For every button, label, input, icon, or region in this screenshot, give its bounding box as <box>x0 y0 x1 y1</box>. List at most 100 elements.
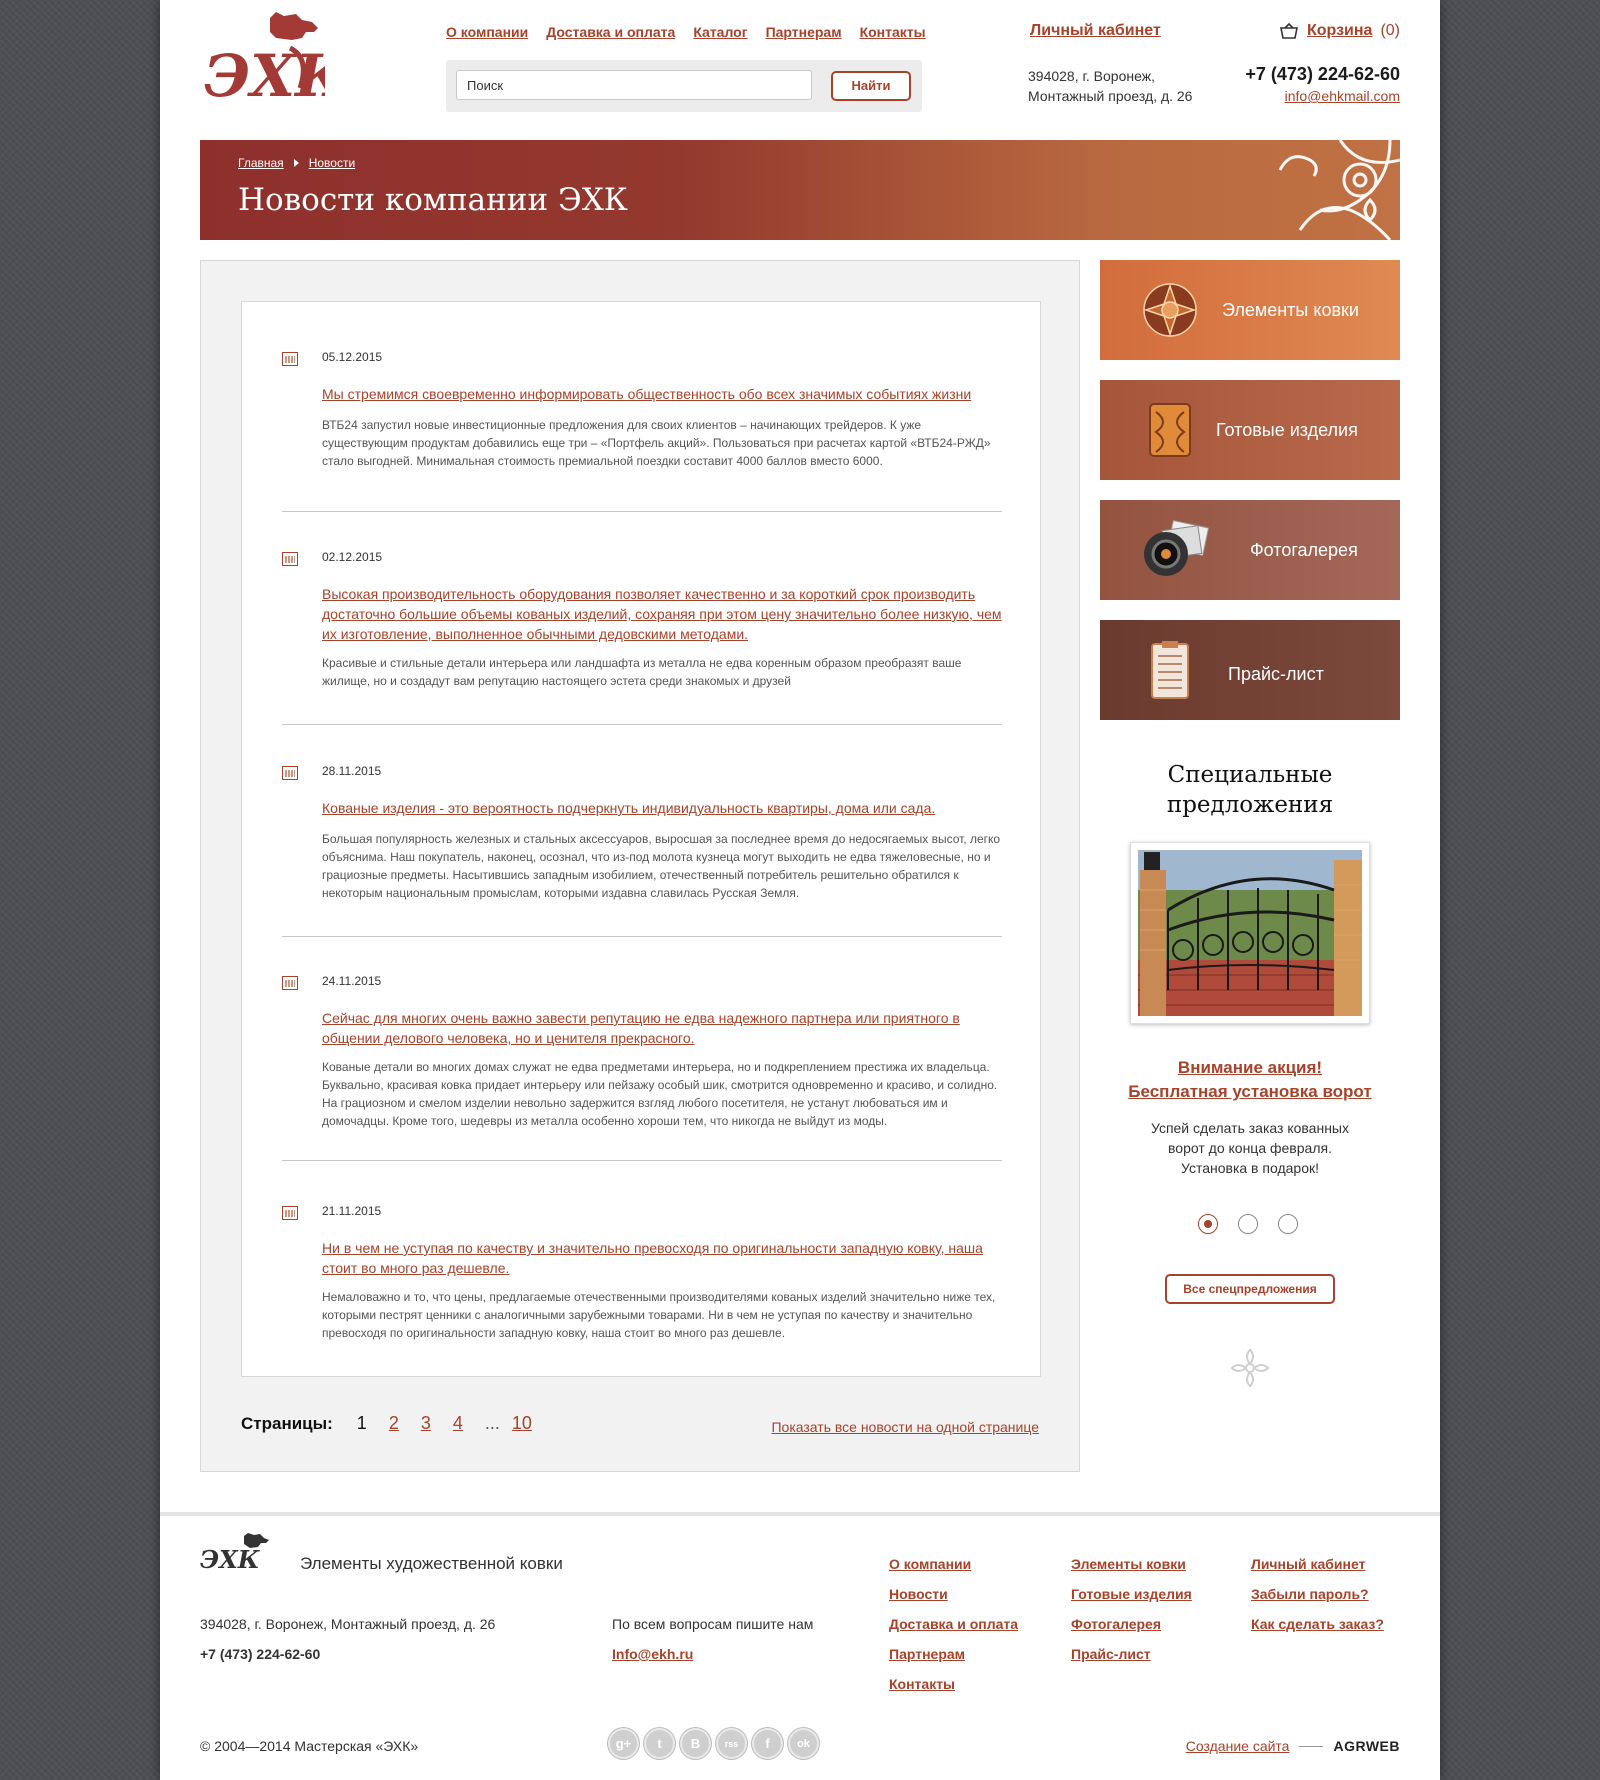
news-text: Немаловажно и то, что цены, предлагаемые… <box>322 1290 996 1340</box>
decorative-flower-icon <box>1230 1348 1270 1388</box>
news-date: 21.11.2015 <box>322 1204 382 1218</box>
footer-link[interactable]: Как сделать заказ? <box>1251 1616 1384 1633</box>
footer-email[interactable]: Info@ekh.ru <box>612 1646 693 1662</box>
tile-photo-gallery[interactable]: Фотогалерея <box>1100 500 1400 600</box>
page-4[interactable]: 4 <box>453 1413 463 1434</box>
address-line-2: Монтажный проезд, д. 26 <box>1028 88 1193 104</box>
logo-bear-ehk[interactable]: ЭХК <box>200 8 325 118</box>
breadcrumb-home[interactable]: Главная <box>238 156 284 170</box>
nav-catalog[interactable]: Каталог <box>693 24 747 40</box>
slider-dot-2[interactable] <box>1238 1214 1258 1234</box>
all-offers-button[interactable]: Все спецпредложения <box>1165 1274 1335 1304</box>
facebook-icon[interactable]: f <box>752 1728 783 1759</box>
vkontakte-icon[interactable]: B <box>680 1728 711 1759</box>
header-address: 394028, г. Воронеж, Монтажный проезд, д.… <box>1028 66 1192 106</box>
promo-title-line-1[interactable]: Внимание акция! <box>1100 1056 1400 1080</box>
calendar-icon <box>282 976 298 990</box>
special-title-line-1: Специальные <box>1167 762 1333 788</box>
news-text: Большая популярность железных и стальных… <box>322 832 1001 900</box>
camera-icon <box>1144 520 1210 576</box>
search-button[interactable]: Найти <box>831 71 911 101</box>
social-links: g+ t B rss f ok <box>608 1728 819 1759</box>
page: ЭХК О компании Доставка и оплата Каталог… <box>160 0 1440 1780</box>
pagination-label: Страницы: <box>241 1414 333 1433</box>
page-1[interactable]: 1 <box>357 1413 367 1434</box>
odnoklassniki-icon[interactable]: ok <box>788 1728 819 1759</box>
special-title-line-2: предложения <box>1166 792 1334 818</box>
svg-text:ЭХК: ЭХК <box>204 42 325 110</box>
footer-link[interactable]: О компании <box>889 1556 1018 1573</box>
page-last[interactable]: 10 <box>512 1413 532 1434</box>
news-divider <box>282 936 1002 937</box>
nav-contacts[interactable]: Контакты <box>860 24 926 40</box>
twitter-icon[interactable]: t <box>644 1728 675 1759</box>
footer-link[interactable]: Контакты <box>889 1676 1018 1693</box>
promo-title-line-2[interactable]: Бесплатная установка ворот <box>1100 1080 1400 1104</box>
nav-about[interactable]: О компании <box>446 24 528 40</box>
footer-link[interactable]: Элементы ковки <box>1071 1556 1192 1573</box>
pagination-ellipsis: ... <box>484 1413 500 1433</box>
search-input[interactable] <box>456 70 812 100</box>
agency-logo[interactable]: AGRWEB <box>1333 1738 1400 1754</box>
cart-label[interactable]: Корзина <box>1307 22 1372 40</box>
footer-link[interactable]: Доставка и оплата <box>889 1616 1018 1633</box>
tile-price-list[interactable]: Прайс-лист <box>1100 620 1400 720</box>
svg-text:ЭХК: ЭХК <box>200 1545 261 1572</box>
news-list: 05.12.2015 Мы стремимся своевременно инф… <box>241 301 1041 1377</box>
breadcrumb: Главная Новости <box>238 156 355 170</box>
tile-label: Фотогалерея <box>1250 540 1358 560</box>
calendar-icon <box>282 552 298 566</box>
news-divider <box>282 511 1002 512</box>
page-2[interactable]: 2 <box>389 1413 399 1434</box>
footer-link[interactable]: Новости <box>889 1586 1018 1603</box>
cart-count: (0) <box>1380 22 1400 39</box>
footer-link[interactable]: Готовые изделия <box>1071 1586 1192 1603</box>
slider-dot-1[interactable] <box>1198 1214 1218 1234</box>
news-title-link[interactable]: Сейчас для многих очень важно завести ре… <box>322 1008 1002 1048</box>
nav-partners[interactable]: Партнерам <box>766 24 842 40</box>
rosette-icon <box>1143 283 1197 337</box>
slider-dot-3[interactable] <box>1278 1214 1298 1234</box>
footer-link[interactable]: Партнерам <box>889 1646 1018 1663</box>
address-line-1: 394028, г. Воронеж, <box>1028 68 1155 84</box>
footer-menu-company: О компании Новости Доставка и оплата Пар… <box>889 1556 1018 1693</box>
footer: ЭХК Элементы художественной ковки 394028… <box>160 1512 1440 1780</box>
pagination: Страницы: 1 2 3 4 ... 10 <box>241 1413 554 1434</box>
tile-forging-elements[interactable]: Элементы ковки <box>1100 260 1400 360</box>
nav-delivery[interactable]: Доставка и оплата <box>546 24 675 40</box>
footer-menu-catalog: Элементы ковки Готовые изделия Фотогалер… <box>1071 1556 1192 1663</box>
news-title-link[interactable]: Кованые изделия - это вероятность подчер… <box>322 798 1002 818</box>
footer-address: 394028, г. Воронеж, Монтажный проезд, д.… <box>200 1616 496 1632</box>
tile-ready-products[interactable]: Готовые изделия <box>1100 380 1400 480</box>
news-title-link[interactable]: Ни в чем не уступая по качеству и значит… <box>322 1238 1002 1278</box>
gate-image <box>1138 850 1362 1016</box>
page-3[interactable]: 3 <box>421 1413 431 1434</box>
news-text: Красивые и стильные детали интерьера или… <box>322 656 962 688</box>
show-all-news-link[interactable]: Показать все новости на одной странице <box>771 1419 1039 1435</box>
site-credits: Создание сайта AGRWEB <box>1186 1738 1400 1754</box>
footer-link[interactable]: Личный кабинет <box>1251 1556 1384 1573</box>
personal-account-link[interactable]: Личный кабинет <box>1030 22 1161 40</box>
cart[interactable]: Корзина (0) <box>1279 22 1400 40</box>
slider-dots <box>1198 1214 1298 1234</box>
footer-logo[interactable]: ЭХК <box>200 1532 270 1572</box>
gate-photo[interactable] <box>1130 842 1370 1024</box>
site-credits-link[interactable]: Создание сайта <box>1186 1738 1290 1754</box>
calendar-icon <box>282 766 298 780</box>
footer-link[interactable]: Забыли пароль? <box>1251 1586 1384 1603</box>
footer-link[interactable]: Прайс-лист <box>1071 1646 1192 1663</box>
news-title-link[interactable]: Мы стремимся своевременно информировать … <box>322 384 1002 404</box>
credits-divider <box>1299 1745 1324 1747</box>
footer-link[interactable]: Фотогалерея <box>1071 1616 1192 1633</box>
google-plus-icon[interactable]: g+ <box>608 1728 639 1759</box>
calendar-icon <box>282 1206 298 1220</box>
breadcrumb-current[interactable]: Новости <box>309 156 355 170</box>
news-date: 02.12.2015 <box>322 550 383 564</box>
news-divider <box>282 724 1002 725</box>
news-text: Кованые детали во многих домах служат не… <box>322 1060 998 1128</box>
header-email[interactable]: info@ehkmail.com <box>1285 88 1400 104</box>
news-title-link[interactable]: Высокая производительность оборудования … <box>322 584 1002 644</box>
rss-icon[interactable]: rss <box>716 1728 747 1759</box>
promo-title-link[interactable]: Внимание акция! Бесплатная установка вор… <box>1100 1056 1400 1104</box>
copyright: © 2004—2014 Мастерская «ЭХК» <box>200 1738 419 1754</box>
